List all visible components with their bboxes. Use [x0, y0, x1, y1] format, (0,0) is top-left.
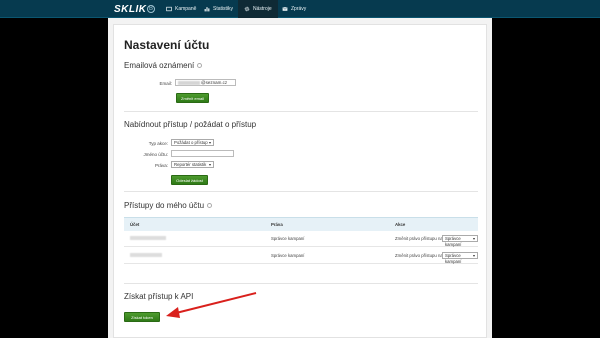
redacted-account	[130, 236, 166, 241]
chevron-down-icon	[473, 238, 475, 240]
nav-item-nastroje[interactable]: Nástroje	[238, 0, 278, 18]
column-header-akce: Akce	[395, 222, 406, 227]
change-rights-value: Správce kampaní	[445, 236, 462, 247]
content-area: Nastavení účtu Emailová oznámení Email: …	[108, 18, 492, 338]
rights-value: Reportér statistik	[174, 162, 207, 167]
column-header-prava: Práva	[271, 222, 283, 227]
get-token-button[interactable]: Získat token	[124, 312, 160, 322]
envelope-icon	[282, 7, 288, 11]
action-label: Změnit právo přístupu na	[395, 253, 443, 258]
change-rights-value: Správce kampaní	[445, 253, 462, 264]
nav-item-label: Kampaně	[175, 6, 197, 12]
info-icon[interactable]	[207, 203, 213, 209]
section-title: Emailová oznámení	[124, 61, 195, 70]
action-label: Změnit právo přístupu na	[395, 236, 443, 241]
nav-item-kampane[interactable]: Kampaně	[160, 0, 202, 18]
rights-cell: Správce kampaní	[271, 253, 305, 258]
rights-cell: Správce kampaní	[271, 236, 305, 241]
section-divider	[124, 191, 478, 192]
gear-icon	[244, 6, 250, 12]
page-title: Nastavení účtu	[124, 38, 210, 52]
redacted-text	[178, 80, 200, 85]
account-name-field[interactable]	[171, 150, 234, 157]
sklik-logo[interactable]: SKLIK	[114, 4, 147, 15]
nav-item-statistiky[interactable]: Statistiky	[198, 0, 239, 18]
email-field[interactable]: @seznam.cz	[175, 79, 236, 86]
email-section-heading: Emailová oznámení	[124, 61, 203, 70]
table-header: Účet Práva Akce	[124, 217, 478, 231]
send-request-button[interactable]: Odeslat žádost	[171, 175, 208, 185]
table-row: Správce kampaní Změnit právo přístupu na…	[124, 231, 478, 247]
account-badge-icon[interactable]: B	[147, 5, 155, 13]
action-type-select[interactable]: Požádat o přístup	[171, 139, 214, 146]
change-rights-select[interactable]: Správce kampaní	[442, 252, 478, 264]
chevron-down-icon	[209, 142, 211, 144]
settings-panel: Nastavení účtu Emailová oznámení Email: …	[113, 24, 487, 338]
nav-item-label: Nástroje	[253, 6, 272, 12]
access-section-heading: Nabídnout přístup / požádat o přístup	[124, 120, 257, 129]
rights-label: Práva:	[154, 163, 168, 168]
my-access-section-heading: Přístupy do mého účtu	[124, 201, 213, 210]
redacted-account	[130, 253, 162, 258]
chevron-down-icon	[473, 255, 475, 257]
nav-item-zpravy[interactable]: Zprávy	[276, 0, 312, 18]
api-section-heading: Získat přístup k API	[124, 292, 194, 301]
chevron-down-icon	[209, 164, 211, 166]
account-name-label: Jméno účtu:	[143, 152, 168, 157]
chart-icon	[204, 7, 210, 12]
top-navigation-bar: SKLIK B Kampaně Statistiky Nástroje Zprá…	[0, 0, 600, 18]
change-rights-select[interactable]: Správce kampaní	[442, 235, 478, 247]
campaign-icon	[166, 6, 172, 12]
action-type-value: Požádat o přístup	[174, 140, 208, 145]
action-type-label: Typ akce:	[148, 141, 168, 146]
email-label: Email:	[159, 81, 172, 86]
nav-item-label: Statistiky	[213, 6, 234, 12]
column-header-ucet: Účet	[130, 222, 140, 227]
section-divider	[124, 111, 478, 112]
nav-item-label: Zprávy	[291, 6, 307, 12]
section-divider	[124, 283, 478, 284]
change-email-button[interactable]: Změnit email	[176, 93, 209, 103]
info-icon[interactable]	[197, 63, 203, 69]
section-title: Přístupy do mého účtu	[124, 201, 205, 210]
access-table: Účet Práva Akce Správce kampaní Změnit p…	[124, 217, 478, 265]
email-value: @seznam.cz	[201, 80, 228, 85]
table-row: Správce kampaní Změnit právo přístupu na…	[124, 248, 478, 264]
rights-select[interactable]: Reportér statistik	[171, 161, 214, 168]
